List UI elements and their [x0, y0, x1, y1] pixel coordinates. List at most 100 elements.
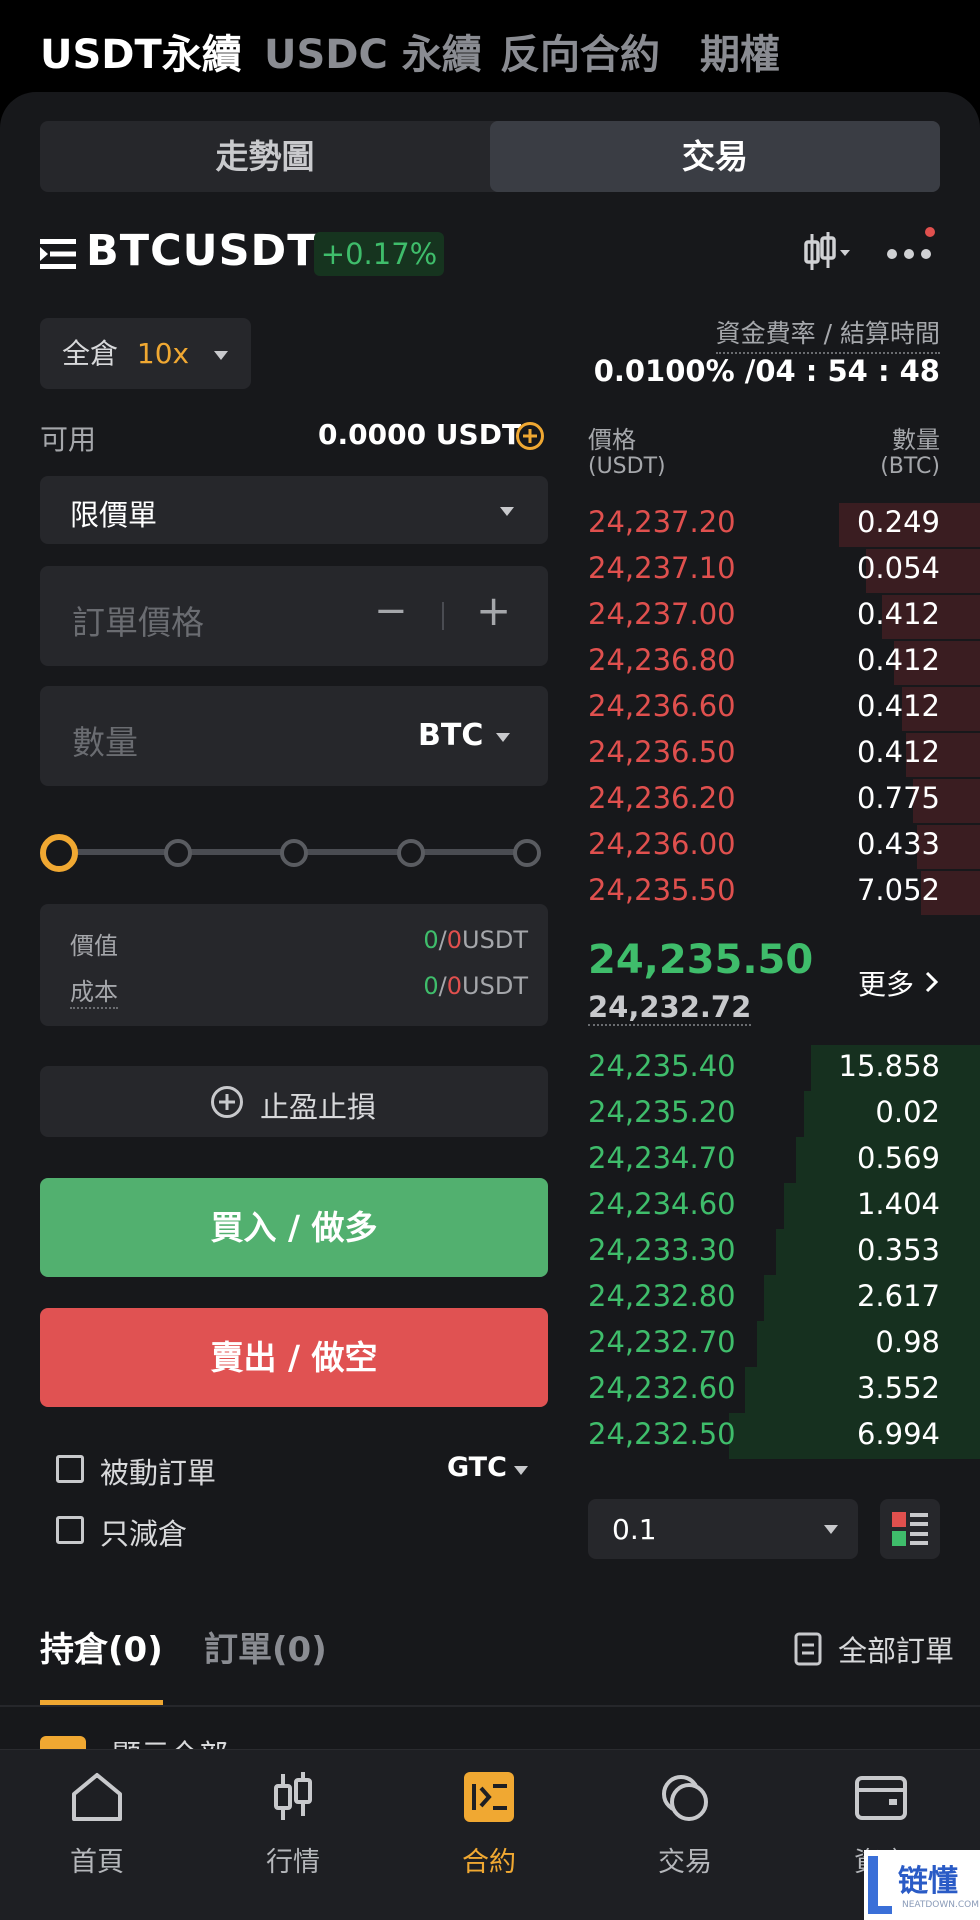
symbol-name[interactable]: BTCUSDT	[86, 226, 318, 276]
ask-price[interactable]: 24,236.50	[588, 735, 736, 769]
watermark-brand: 链懂	[898, 1864, 958, 1899]
ask-price[interactable]: 24,235.50	[588, 873, 736, 907]
value-amount: 0/0USDT	[423, 926, 528, 954]
orderbook-more-link[interactable]: 更多	[858, 963, 914, 1003]
value-label: 價值	[70, 932, 118, 960]
bid-price[interactable]: 24,235.40	[588, 1049, 736, 1083]
home-icon	[72, 1773, 122, 1821]
bid-price[interactable]: 24,232.50	[588, 1417, 736, 1451]
funding-rate-label[interactable]: 資金費率 / 結算時間	[715, 314, 940, 354]
bid-qty[interactable]: 0.02	[875, 1095, 940, 1129]
bid-price[interactable]: 24,232.80	[588, 1279, 736, 1313]
price-decrement-button[interactable]: −	[374, 588, 408, 634]
more-menu-icon[interactable]	[886, 226, 936, 266]
ask-qty[interactable]: 0.412	[857, 689, 940, 723]
tab-orders[interactable]: 訂單(0)	[204, 1622, 327, 1671]
last-price: 24,235.50	[588, 937, 814, 983]
tpsl-button[interactable]: 止盈止損	[40, 1066, 548, 1137]
ask-qty[interactable]: 0.433	[857, 827, 940, 861]
bid-depth-bar	[757, 1321, 980, 1367]
precision-select[interactable]: 0.1	[588, 1499, 858, 1559]
order-price-field[interactable]: 訂單價格 − +	[40, 566, 548, 666]
segment-trade[interactable]: 交易	[490, 121, 940, 192]
tab-positions[interactable]: 持倉(0)	[40, 1622, 163, 1671]
ask-price[interactable]: 24,236.80	[588, 643, 736, 677]
leverage-selector[interactable]: 全倉 10x	[40, 318, 251, 389]
slider-step-100[interactable]	[513, 839, 541, 867]
ask-price[interactable]: 24,237.20	[588, 505, 736, 539]
bid-qty[interactable]: 15.858	[839, 1049, 940, 1083]
ask-qty[interactable]: 0.054	[857, 551, 940, 585]
available-label: 可用	[40, 423, 97, 456]
ask-qty[interactable]: 0.412	[857, 643, 940, 677]
bid-qty[interactable]: 3.552	[857, 1371, 940, 1405]
slider-step-75[interactable]	[397, 839, 425, 867]
bid-qty[interactable]: 2.617	[857, 1279, 940, 1313]
bid-qty[interactable]: 1.404	[857, 1187, 940, 1221]
nav-home[interactable]: 首頁	[37, 1770, 157, 1879]
all-orders-link[interactable]: 全部訂單	[838, 1628, 954, 1670]
ob-qty-header: 數量	[892, 426, 940, 454]
contract-icon	[464, 1772, 514, 1822]
ask-qty[interactable]: 0.775	[857, 781, 940, 815]
tab-options[interactable]: 期權	[700, 22, 780, 80]
ask-qty[interactable]: 0.412	[857, 597, 940, 631]
ask-qty[interactable]: 0.249	[857, 505, 940, 539]
bid-qty[interactable]: 6.994	[857, 1417, 940, 1451]
watermark-l-icon	[868, 1856, 892, 1914]
reduce-only-checkbox[interactable]	[56, 1516, 84, 1544]
time-in-force-select[interactable]: GTC	[447, 1452, 507, 1483]
ob-price-unit: (USDT)	[588, 454, 666, 479]
orderbook-layout-button[interactable]	[880, 1499, 940, 1559]
chevron-down-icon	[824, 1525, 838, 1534]
tab-inverse-contract[interactable]: 反向合約	[500, 22, 660, 80]
slider-step-50[interactable]	[280, 839, 308, 867]
document-icon	[794, 1632, 822, 1666]
stepper-divider	[442, 602, 444, 630]
bid-price[interactable]: 24,235.20	[588, 1095, 736, 1129]
post-only-checkbox[interactable]	[56, 1455, 84, 1483]
price-change-badge: +0.17%	[314, 232, 444, 276]
tpsl-label: 止盈止損	[260, 1090, 377, 1124]
orderbook-layout-icon	[892, 1512, 928, 1546]
contract-menu-icon[interactable]	[40, 238, 76, 270]
tab-usdt-perpetual[interactable]: USDT永續	[40, 22, 242, 80]
bid-price[interactable]: 24,232.70	[588, 1325, 736, 1359]
nav-contracts[interactable]: 合約	[429, 1770, 549, 1879]
add-funds-icon[interactable]	[515, 421, 545, 451]
order-type-select[interactable]: 限價單	[40, 476, 548, 544]
bid-qty[interactable]: 0.98	[875, 1325, 940, 1359]
quantity-field[interactable]: 數量 BTC	[40, 686, 548, 786]
ask-price[interactable]: 24,237.00	[588, 597, 736, 631]
funding-rate-value: 0.0100% /04 : 54 : 48	[593, 354, 940, 388]
tab-usdc-perpetual[interactable]: USDC 永續	[264, 22, 482, 80]
cost-label[interactable]: 成本	[70, 972, 118, 1009]
bid-price[interactable]: 24,234.60	[588, 1187, 736, 1221]
bid-price[interactable]: 24,234.70	[588, 1141, 736, 1175]
bid-qty[interactable]: 0.569	[857, 1141, 940, 1175]
ask-price[interactable]: 24,236.60	[588, 689, 736, 723]
bid-depth-bar	[729, 1413, 980, 1459]
nav-markets[interactable]: 行情	[233, 1770, 353, 1879]
bid-price[interactable]: 24,233.30	[588, 1233, 736, 1267]
wallet-icon	[855, 1776, 907, 1820]
quantity-unit-select[interactable]: BTC	[418, 718, 483, 753]
candlestick-icon	[274, 1772, 312, 1820]
mark-price[interactable]: 24,232.72	[588, 990, 752, 1026]
ask-price[interactable]: 24,237.10	[588, 551, 736, 585]
nav-trade[interactable]: 交易	[625, 1770, 745, 1879]
buy-long-button[interactable]: 買入 / 做多	[40, 1178, 548, 1277]
ask-price[interactable]: 24,236.20	[588, 781, 736, 815]
ask-price[interactable]: 24,236.00	[588, 827, 736, 861]
ob-qty-unit: (BTC)	[880, 454, 940, 479]
candlestick-chart-icon[interactable]	[804, 230, 852, 274]
segment-chart[interactable]: 走勢圖	[40, 121, 490, 192]
quantity-slider-handle[interactable]	[40, 834, 78, 872]
sell-short-button[interactable]: 賣出 / 做空	[40, 1308, 548, 1407]
ask-qty[interactable]: 0.412	[857, 735, 940, 769]
price-increment-button[interactable]: +	[476, 586, 511, 635]
slider-step-25[interactable]	[164, 839, 192, 867]
bid-qty[interactable]: 0.353	[857, 1233, 940, 1267]
bid-price[interactable]: 24,232.60	[588, 1371, 736, 1405]
ask-qty[interactable]: 7.052	[857, 873, 940, 907]
